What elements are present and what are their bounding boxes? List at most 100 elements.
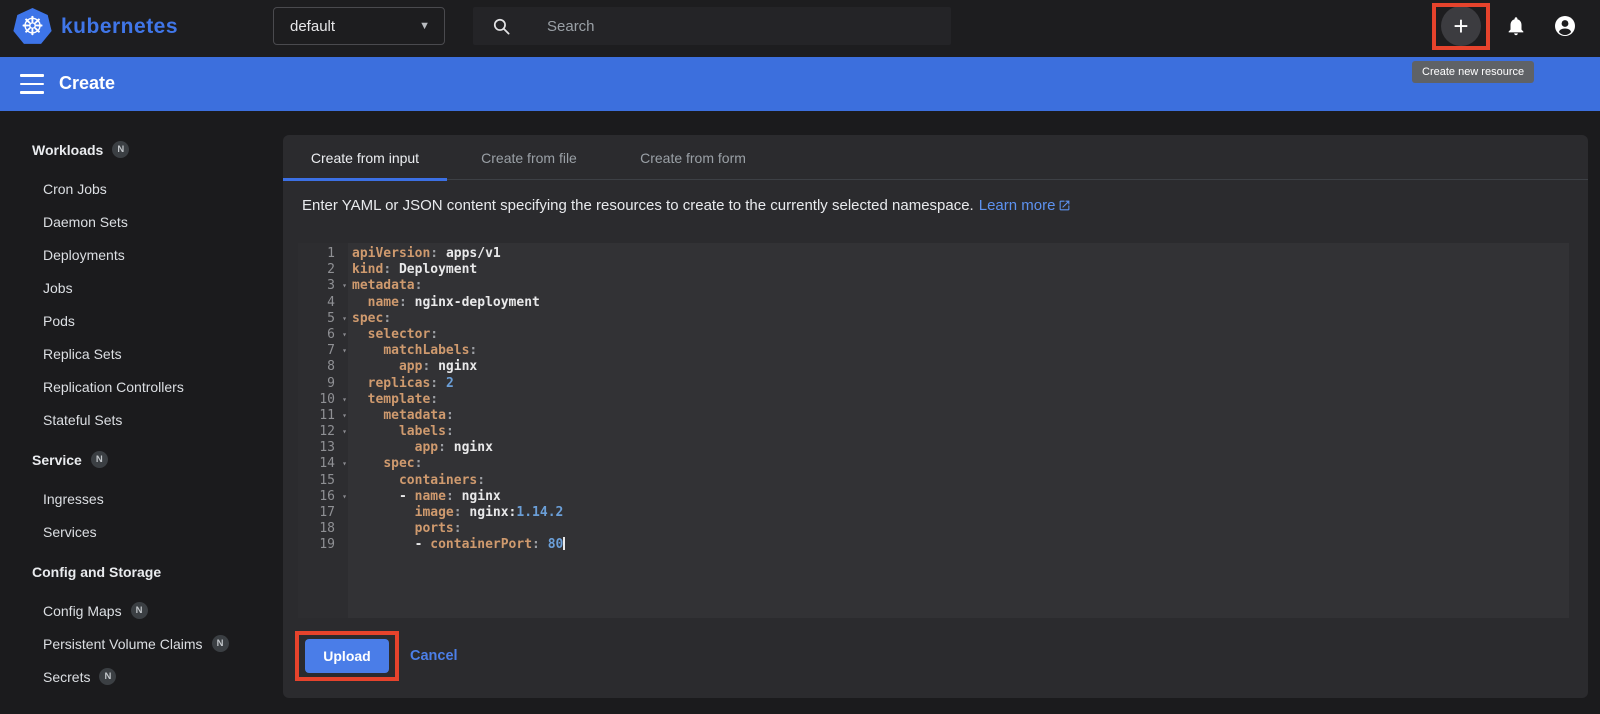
line-number[interactable]: 10 ▾ <box>298 392 348 408</box>
code-content: - containerPort: 80 <box>348 537 1569 553</box>
sidebar-item-label: Services <box>43 523 97 540</box>
external-link-icon <box>1060 200 1070 211</box>
line-number[interactable]: 5 ▾ <box>298 311 348 327</box>
app-bar: Create <box>0 57 1600 111</box>
account-button[interactable] <box>1545 6 1585 46</box>
sidebar-item-label: Config Maps <box>43 602 122 619</box>
annotation-box-create-button <box>1432 3 1490 50</box>
line-number[interactable]: 12 ▾ <box>298 424 348 440</box>
sidebar-item-ingresses[interactable]: Ingresses <box>0 482 283 515</box>
line-number[interactable]: 2 <box>298 262 348 278</box>
line-number[interactable]: 9 <box>298 376 348 392</box>
notifications-button[interactable] <box>1496 6 1536 46</box>
yaml-editor[interactable]: 1 apiVersion: apps/v1 2 kind: Deployment 3 ▾ m… <box>298 243 1569 618</box>
token-key: containerPort <box>430 537 533 553</box>
code-content: template: <box>348 392 1569 408</box>
code-content: app: nginx <box>348 359 1569 375</box>
sidebar-item-cron-jobs[interactable]: Cron Jobs <box>0 172 283 205</box>
sidebar-item-stateful-sets[interactable]: Stateful Sets <box>0 403 283 436</box>
sidebar-item-daemon-sets[interactable]: Daemon Sets <box>0 205 283 238</box>
line-number[interactable]: 4 <box>298 295 348 311</box>
line-number[interactable]: 18 <box>298 521 348 537</box>
fold-toggle-icon[interactable]: ▾ <box>342 392 347 408</box>
fold-toggle-icon[interactable]: ▾ <box>342 327 347 343</box>
fold-toggle-icon[interactable]: ▾ <box>342 278 347 294</box>
code-content: spec: <box>348 456 1569 472</box>
sidebar: Workloads N Cron Jobs Daemon Sets Deployment… <box>0 111 283 714</box>
sidebar-item-persistent-volume-claims[interactable]: Persistent Volume Claims N <box>0 627 283 660</box>
sidebar-item-config-maps[interactable]: Config Maps N <box>0 594 283 627</box>
code-line: 19 - containerPort: 80 <box>298 537 1569 553</box>
menu-button[interactable] <box>20 74 44 94</box>
fold-toggle-icon[interactable]: ▾ <box>342 456 347 472</box>
line-number[interactable]: 7 ▾ <box>298 343 348 359</box>
line-number[interactable]: 3 ▾ <box>298 278 348 294</box>
token-key: containers <box>398 472 478 488</box>
token-punc: : <box>469 343 478 359</box>
namespace-selector[interactable]: default ▼ <box>273 7 445 45</box>
token-key: labels <box>398 424 446 440</box>
token-punc: : <box>445 407 454 423</box>
code-content: replicas: 2 <box>348 376 1569 392</box>
tab-create-from-form[interactable]: Create from form <box>611 135 775 180</box>
tab-create-from-file[interactable]: Create from file <box>447 135 611 180</box>
search-input[interactable]: Search <box>473 7 951 45</box>
token-val: nginx-deployment <box>414 294 540 310</box>
fold-toggle-icon[interactable]: ▾ <box>342 424 347 440</box>
sidebar-item-deployments[interactable]: Deployments <box>0 238 283 271</box>
token-key: app <box>414 440 439 456</box>
learn-more-link[interactable]: Learn more <box>979 197 1072 214</box>
line-number[interactable]: 13 <box>298 440 348 456</box>
token-punc: : <box>445 488 462 504</box>
token-val <box>352 408 383 423</box>
tab-bar: Create from input Create from file Create … <box>283 135 1588 181</box>
token-num: 1.14.2 <box>516 505 564 520</box>
line-number[interactable]: 1 <box>298 246 348 262</box>
tab-create-from-input[interactable]: Create from input <box>283 135 447 181</box>
kubernetes-logo-icon: ☸ <box>13 8 52 44</box>
fold-toggle-icon[interactable]: ▾ <box>342 343 347 359</box>
line-number[interactable]: 19 <box>298 537 348 553</box>
fold-toggle-icon[interactable]: ▾ <box>342 408 347 424</box>
line-number[interactable]: 17 <box>298 505 348 521</box>
namespaced-badge: N <box>130 602 148 619</box>
sidebar-section-config-and-storage[interactable]: Config and Storage <box>0 555 283 588</box>
code-content: apiVersion: apps/v1 <box>348 246 1569 262</box>
sidebar-section-service[interactable]: Service N <box>0 443 283 476</box>
token-key: spec <box>352 310 384 326</box>
token-punc: : <box>430 391 439 407</box>
code-line: 17 image: nginx:1.14.2 <box>298 505 1569 521</box>
sidebar-section-label: Config and Storage <box>32 563 162 580</box>
brand-title: kubernetes <box>61 15 179 38</box>
token-val <box>352 359 399 374</box>
code-line: 8 app: nginx <box>298 359 1569 375</box>
line-number[interactable]: 11 ▾ <box>298 408 348 424</box>
line-number[interactable]: 16 ▾ <box>298 489 348 505</box>
sidebar-item-replica-sets[interactable]: Replica Sets <box>0 337 283 370</box>
sidebar-item-services[interactable]: Services <box>0 515 283 548</box>
upload-button[interactable]: Upload <box>305 639 389 673</box>
line-number[interactable]: 15 <box>298 473 348 489</box>
code-line: 1 apiVersion: apps/v1 <box>298 246 1569 262</box>
fold-toggle-icon[interactable]: ▾ <box>342 311 347 327</box>
code-content: image: nginx:1.14.2 <box>348 505 1569 521</box>
sidebar-item-label: Ingresses <box>43 490 104 507</box>
sidebar-item-secrets[interactable]: Secrets N <box>0 660 283 693</box>
token-val <box>352 424 399 439</box>
token-key: metadata <box>383 407 446 423</box>
sidebar-item-label: Deployments <box>43 246 125 263</box>
token-val <box>352 521 415 536</box>
fold-toggle-icon[interactable]: ▾ <box>342 489 347 505</box>
line-number[interactable]: 14 ▾ <box>298 456 348 472</box>
sidebar-item-replication-controllers[interactable]: Replication Controllers <box>0 370 283 403</box>
line-number[interactable]: 8 <box>298 359 348 375</box>
cancel-button[interactable]: Cancel <box>410 648 458 664</box>
token-key: selector <box>367 326 431 342</box>
token-punc: : <box>430 326 439 342</box>
search-placeholder: Search <box>547 17 595 35</box>
sidebar-section-workloads[interactable]: Workloads N <box>0 133 283 166</box>
sidebar-item-pods[interactable]: Pods <box>0 304 283 337</box>
line-number[interactable]: 6 ▾ <box>298 327 348 343</box>
sidebar-item-jobs[interactable]: Jobs <box>0 271 283 304</box>
token-punc: : <box>383 262 399 278</box>
